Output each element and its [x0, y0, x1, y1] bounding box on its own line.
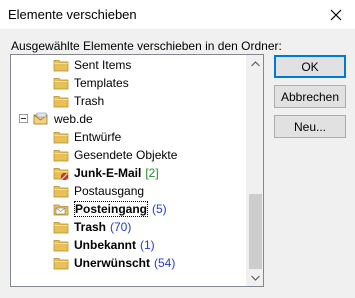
tree-item[interactable]: web.de: [11, 110, 246, 128]
folder-name: Trash: [74, 94, 105, 108]
inbox-folder-icon: [53, 202, 69, 216]
scroll-thumb[interactable]: [249, 194, 262, 269]
cancel-button[interactable]: Abbrechen: [274, 85, 346, 108]
unread-count: [2]: [145, 166, 159, 180]
folder-name: Postausgang: [74, 184, 145, 198]
scroll-up-button[interactable]: [247, 55, 263, 72]
tree-item[interactable]: Entwürfe: [11, 128, 246, 146]
tree-item-label: Gesendete Objekte: [73, 147, 178, 163]
tree-item-label: Entwürfe: [73, 129, 122, 145]
folder-name: web.de: [54, 112, 93, 126]
close-icon: [330, 9, 342, 21]
tree-item-label: Trash (70): [73, 219, 132, 235]
folder-icon: [53, 184, 69, 198]
close-button[interactable]: [325, 4, 347, 26]
unread-count: (1): [140, 238, 155, 252]
folder-icon: [53, 238, 69, 252]
tree-item[interactable]: Trash: [11, 92, 246, 110]
unread-count: (70): [110, 220, 132, 234]
tree-item-label: web.de: [53, 111, 94, 127]
vertical-scrollbar[interactable]: [246, 55, 263, 286]
tree-item[interactable]: Templates: [11, 74, 246, 92]
scroll-down-arrow-icon: [251, 275, 260, 281]
folder-icon: [53, 58, 69, 72]
unread-count: (5): [152, 202, 167, 216]
scroll-up-arrow-icon: [251, 60, 260, 66]
folder-name: Gesendete Objekte: [74, 148, 178, 162]
tree-item[interactable]: Unerwünscht (54): [11, 254, 246, 272]
tree-item-label: Templates: [73, 75, 130, 91]
folder-icon: [53, 76, 69, 90]
folder-name: Junk-E-Mail: [74, 166, 142, 180]
tree-item-label: Junk-E-Mail [2]: [73, 165, 160, 181]
window-title: Elemente verschieben: [8, 7, 137, 22]
tree-item-label: Unerwünscht (54): [73, 255, 176, 271]
folder-icon: [53, 148, 69, 162]
tree-item-label: Posteingang (5): [73, 201, 168, 217]
tree-item[interactable]: Posteingang (5): [11, 200, 246, 218]
scroll-down-button[interactable]: [247, 269, 263, 286]
tree-item[interactable]: Trash (70): [11, 218, 246, 236]
ok-button[interactable]: OK: [274, 55, 346, 78]
tree-item[interactable]: Gesendete Objekte: [11, 146, 246, 164]
folder-icon: [53, 94, 69, 108]
folder-icon: [53, 130, 69, 144]
unread-count: (54): [154, 256, 176, 270]
folder-name: Unbekannt: [74, 238, 137, 252]
folder-tree[interactable]: Sent Items Templates Trash web.de Entwürfe Ge…: [10, 54, 264, 287]
folder-prompt-label: Ausgewählte Elemente verschieben in den …: [11, 39, 282, 53]
folder-tree-content: Sent Items Templates Trash web.de Entwürfe Ge…: [11, 55, 246, 286]
tree-item-label: Unbekannt (1): [73, 237, 156, 253]
title-bar: Elemente verschieben: [0, 0, 355, 30]
folder-icon: [53, 256, 69, 270]
mail-account-icon: [33, 112, 49, 126]
tree-item[interactable]: Sent Items: [11, 56, 246, 74]
tree-item-label: Trash: [73, 93, 105, 109]
folder-name: Sent Items: [74, 58, 132, 72]
junk-folder-icon: [53, 166, 69, 181]
tree-item[interactable]: Unbekannt (1): [11, 236, 246, 254]
tree-item[interactable]: Junk-E-Mail [2]: [11, 164, 246, 182]
folder-name: Templates: [74, 76, 129, 90]
collapse-toggle[interactable]: [19, 114, 28, 123]
tree-item-label: Postausgang: [73, 183, 145, 199]
new-folder-button[interactable]: Neu...: [274, 115, 346, 138]
tree-item[interactable]: Postausgang: [11, 182, 246, 200]
folder-name: Unerwünscht: [74, 256, 151, 270]
folder-name: Trash: [74, 220, 107, 234]
folder-icon: [53, 220, 69, 234]
folder-name: Posteingang: [74, 201, 149, 217]
tree-item-label: Sent Items: [73, 57, 132, 73]
minus-icon: [21, 118, 26, 119]
folder-name: Entwürfe: [74, 130, 122, 144]
